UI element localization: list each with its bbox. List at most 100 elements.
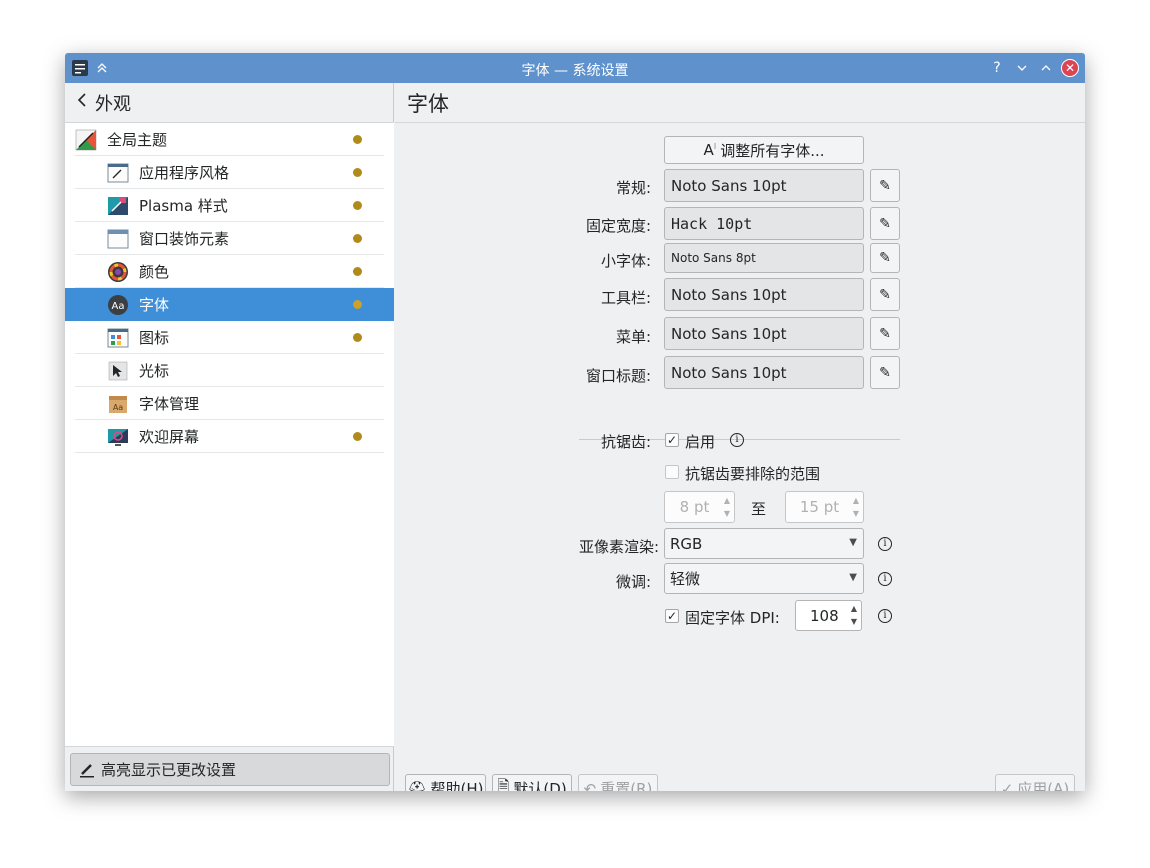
hinting-select[interactable]: 轻微 ▼ [664, 563, 864, 594]
sidebar-item-icons[interactable]: 图标 [65, 321, 394, 354]
sidebar-item-label: 欢迎屏幕 [139, 428, 200, 446]
sidebar-item-label: 窗口装饰元素 [139, 230, 230, 248]
sidebar-item-label: 颜色 [139, 263, 170, 281]
spin-up-icon[interactable]: ▲ [849, 604, 859, 613]
range-from-value: 8 pt [679, 498, 710, 516]
sidebar-item-label: Plasma 样式 [139, 197, 228, 215]
icons-icon [107, 327, 129, 349]
sidebar-item-plasma-style[interactable]: Plasma 样式 [65, 189, 394, 222]
minimize-icon[interactable] [1013, 59, 1031, 77]
fonts-page: 字体 A⁝ 调整所有字体... 常规: Noto Sans 10pt ✎ 固定宽… [395, 83, 1085, 791]
spin-down-icon[interactable]: ▼ [849, 617, 859, 626]
subpixel-label: 亚像素渲染: [578, 538, 659, 556]
cursor-icon [107, 360, 129, 382]
help-icon[interactable]: ? [988, 59, 1006, 77]
adjust-all-fonts-button[interactable]: A⁝ 调整所有字体... [664, 136, 864, 164]
apply-paren: ) [1063, 779, 1070, 792]
changed-indicator [353, 201, 362, 210]
pencil-icon: ✎ [879, 325, 891, 342]
help-paren: ) [477, 779, 484, 792]
defaults-label: 默认( [513, 780, 550, 791]
sidebar-footer: 高亮显示已更改设置 [65, 746, 394, 791]
help-button[interactable]: ⛑ 帮助(H) [405, 774, 486, 791]
back-label: 外观 [95, 93, 131, 115]
spin-down-icon[interactable]: ▼ [851, 509, 861, 518]
splash-screen-icon [107, 426, 129, 448]
sidebar-item-splash-screen[interactable]: 欢迎屏幕 [65, 420, 394, 453]
highlighter-icon [79, 762, 95, 778]
sidebar: 外观 全局主题 应用程序风格 Plasma 样式 窗口装饰元素 颜色 Aa 字体… [65, 83, 394, 791]
general-font-label: 常规: [615, 179, 651, 197]
sidebar-item-fonts[interactable]: Aa 字体 [65, 288, 394, 321]
undo-icon: ↶ [583, 779, 597, 792]
highlight-button-label: 高亮显示已更改设置 [101, 761, 237, 779]
subpixel-select[interactable]: RGB ▼ [664, 528, 864, 559]
changed-indicator [353, 234, 362, 243]
pencil-icon: ✎ [879, 286, 891, 303]
toolbar-font-label: 工具栏: [600, 289, 651, 307]
range-to-value: 15 pt [799, 498, 840, 516]
exclude-range-from-spinbox[interactable]: 8 pt ▲ ▼ [664, 491, 735, 523]
exclude-range-label: 抗锯齿要排除的范围 [685, 465, 821, 483]
sidebar-item-label: 应用程序风格 [139, 164, 230, 182]
defaults-button[interactable]: 🗎 默认(D) [492, 774, 572, 791]
spin-up-icon[interactable]: ▲ [851, 496, 861, 505]
sidebar-item-global-theme[interactable]: 全局主题 [65, 123, 394, 156]
dpi-value: 108 [810, 606, 839, 625]
sidebar-item-colors[interactable]: 颜色 [65, 255, 394, 288]
antialiasing-checkbox[interactable]: ✓ [665, 433, 679, 447]
apply-button[interactable]: ✓ 应用(A) [995, 774, 1075, 791]
maximize-icon[interactable] [1037, 59, 1055, 77]
sidebar-item-label: 全局主题 [107, 131, 168, 149]
reset-paren: ) [646, 779, 653, 792]
edit-general-font-button[interactable]: ✎ [870, 169, 900, 202]
defaults-paren: ) [560, 779, 567, 792]
changed-indicator [353, 168, 362, 177]
sidebar-item-font-management[interactable]: Aa 字体管理 [65, 387, 394, 420]
pencil-icon: ✎ [879, 364, 891, 381]
sidebar-item-label: 图标 [139, 329, 170, 347]
menu-font-label: 菜单: [615, 328, 651, 346]
colors-icon [107, 261, 129, 283]
sidebar-item-cursor[interactable]: 光标 [65, 354, 394, 387]
reset-button[interactable]: ↶ 重置(R) [578, 774, 658, 791]
sidebar-item-window-decoration[interactable]: 窗口装饰元素 [65, 222, 394, 255]
edit-fixed-width-font-button[interactable]: ✎ [870, 207, 900, 240]
plasma-style-icon [107, 195, 129, 217]
help-lifebuoy-icon: ⛑ [407, 779, 427, 792]
info-icon[interactable]: i [730, 433, 744, 447]
dpi-spinbox[interactable]: 108 ▲ ▼ [795, 600, 862, 631]
edit-small-font-button[interactable]: ✎ [870, 243, 900, 273]
info-icon[interactable]: i [878, 572, 892, 586]
antialiasing-label: 抗锯齿: [600, 433, 651, 451]
range-to-label: 至 [751, 500, 767, 518]
svg-text:Aa: Aa [113, 403, 123, 412]
font-adjust-icon: A⁝ [703, 141, 717, 159]
highlight-changed-settings-button[interactable]: 高亮显示已更改设置 [70, 753, 390, 786]
spin-down-icon[interactable]: ▼ [722, 509, 732, 518]
exclude-range-to-spinbox[interactable]: 15 pt ▲ ▼ [785, 491, 864, 523]
sidebar-item-label: 光标 [139, 362, 170, 380]
close-icon[interactable]: ✕ [1061, 59, 1079, 77]
reset-shortcut-key: R [636, 779, 647, 792]
titlebar[interactable]: 字体 — 系统设置 ? ✕ [65, 53, 1085, 83]
edit-toolbar-font-button[interactable]: ✎ [870, 278, 900, 311]
small-font-label: 小字体: [600, 252, 651, 270]
document-icon: 🗎 [497, 777, 510, 791]
sidebar-item-app-style[interactable]: 应用程序风格 [65, 156, 394, 189]
force-dpi-label: 固定字体 DPI: [685, 609, 780, 627]
subpixel-value: RGB [670, 534, 703, 553]
info-icon[interactable]: i [878, 609, 892, 623]
exclude-range-checkbox[interactable] [665, 465, 679, 479]
edit-window-title-font-button[interactable]: ✎ [870, 356, 900, 389]
font-management-icon: Aa [107, 393, 129, 415]
force-dpi-checkbox[interactable]: ✓ [665, 609, 679, 623]
edit-menu-font-button[interactable]: ✎ [870, 317, 900, 350]
back-button[interactable]: 外观 [65, 83, 394, 123]
apply-shortcut-key: A [1053, 779, 1064, 792]
svg-text:Aa: Aa [112, 301, 125, 312]
spin-up-icon[interactable]: ▲ [722, 496, 732, 505]
fonts-icon: Aa [107, 294, 129, 316]
info-icon[interactable]: i [878, 537, 892, 551]
menu-font-field: Noto Sans 10pt [664, 317, 864, 350]
